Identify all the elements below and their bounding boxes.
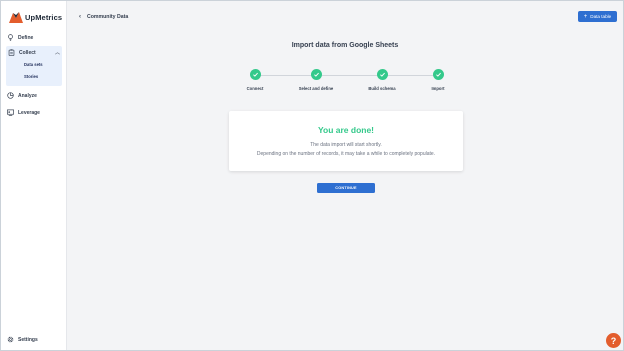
clipboard-icon: [8, 49, 15, 56]
completion-message: The data import will start shortly.: [310, 142, 382, 148]
gear-icon: [7, 336, 14, 343]
step-build-schema: Build schema: [352, 69, 412, 91]
chevron-up-icon[interactable]: ︿: [55, 49, 60, 56]
add-data-table-button[interactable]: + Data table: [578, 11, 617, 22]
sidebar-item-label: Define: [18, 34, 34, 41]
sidebar-item-label: Collect: [19, 49, 36, 56]
presentation-icon: [7, 109, 14, 116]
check-icon: [435, 72, 441, 77]
check-icon: [313, 72, 319, 77]
step-label: Select and define: [298, 86, 334, 91]
step-label: Import: [431, 86, 445, 91]
sidebar-group-collect: Collect ︿ Data sets Stories: [6, 46, 62, 86]
sidebar-item-define[interactable]: Define: [7, 34, 33, 41]
step-label: Connect: [246, 86, 264, 91]
sidebar-item-collect[interactable]: Collect ︿: [8, 49, 60, 56]
completion-title: You are done!: [317, 125, 375, 135]
plus-icon: +: [583, 13, 588, 20]
sidebar: UpMetrics Define Collect ︿ Data sets Sto…: [1, 1, 67, 350]
completion-detail: Depending on the number of records, it m…: [256, 151, 436, 157]
step-label: Build schema: [368, 86, 396, 91]
sidebar-item-analyze[interactable]: Analyze: [7, 92, 37, 99]
sidebar-item-label: Leverage: [18, 109, 40, 116]
breadcrumb-label: Community Data: [87, 14, 129, 20]
sidebar-subitem-stories[interactable]: Stories: [24, 74, 38, 79]
app-window: UpMetrics Define Collect ︿ Data sets Sto…: [0, 0, 624, 351]
button-label: Data table: [590, 14, 612, 19]
step-connect: Connect: [225, 69, 285, 91]
sidebar-item-settings[interactable]: Settings: [7, 336, 38, 343]
completion-card: You are done! The data import will start…: [229, 111, 463, 171]
chevron-left-icon[interactable]: ‹: [79, 14, 81, 20]
sidebar-item-leverage[interactable]: Leverage: [7, 109, 40, 116]
check-icon: [252, 72, 258, 77]
sidebar-item-label: Settings: [18, 336, 38, 343]
upmetrics-logo-icon: [9, 12, 23, 23]
lightbulb-icon: [8, 34, 13, 41]
sidebar-item-label: Analyze: [18, 92, 37, 99]
brand-logo[interactable]: UpMetrics: [9, 11, 62, 23]
brand-name: UpMetrics: [25, 12, 63, 22]
help-button[interactable]: ?: [606, 333, 621, 348]
chart-pie-icon: [7, 92, 14, 99]
main-content: ‹ Community Data + Data table Import dat…: [67, 1, 623, 350]
step-select-and-define: Select and define: [286, 69, 346, 91]
step-complete-indicator: [376, 69, 388, 80]
sidebar-subitem-data-sets[interactable]: Data sets: [24, 62, 43, 67]
step-complete-indicator: [310, 69, 322, 80]
step-complete-indicator: [432, 69, 444, 80]
step-complete-indicator: [249, 69, 261, 80]
page-title: Import data from Google Sheets: [291, 42, 399, 49]
check-icon: [379, 72, 385, 77]
breadcrumb: ‹ Community Data: [79, 14, 128, 20]
step-import: Import: [408, 69, 468, 91]
continue-button[interactable]: CONTINUE: [317, 183, 375, 193]
